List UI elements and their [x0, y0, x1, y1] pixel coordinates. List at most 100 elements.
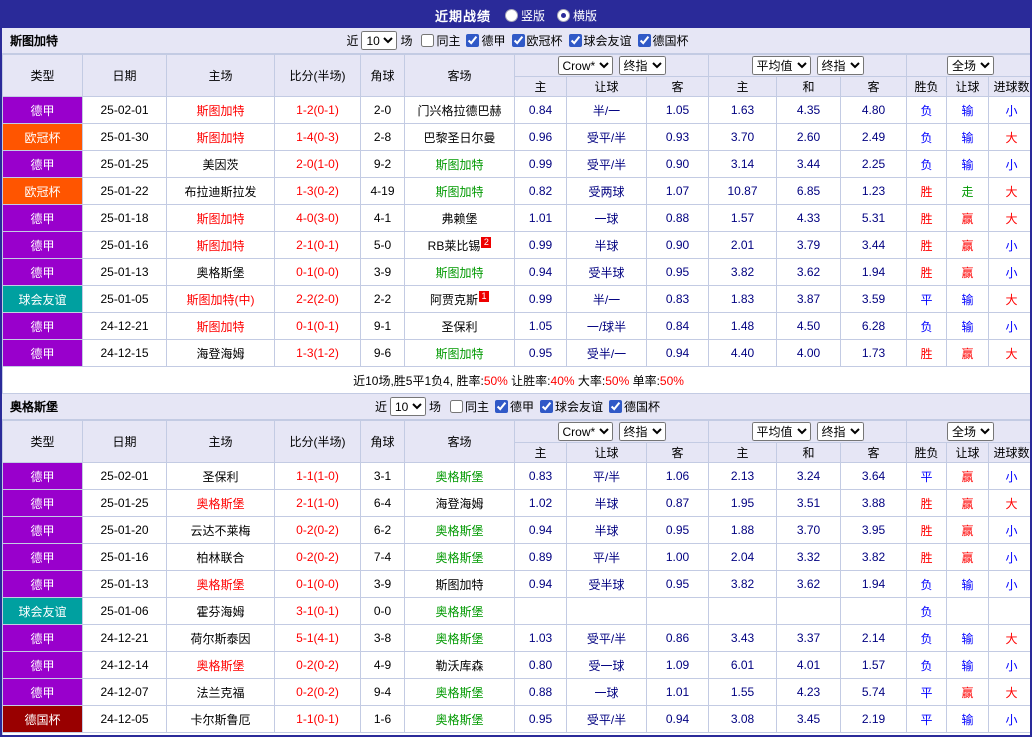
filter-checkbox-德甲[interactable]: 德甲 — [495, 398, 534, 415]
filter-checkbox-欧冠杯[interactable]: 欧冠杯 — [511, 32, 563, 49]
handicap-away-odds-cell — [646, 597, 709, 625]
league-cell: 欧冠杯 — [2, 123, 83, 151]
away-team-name: 勒沃库森 — [435, 658, 484, 673]
checkbox-input[interactable] — [495, 400, 508, 413]
handicap-result-cell: 赢 — [946, 678, 990, 706]
filter-checkbox-德国杯[interactable]: 德国杯 — [609, 398, 660, 415]
avg-home-odds-cell: 3.14 — [708, 150, 777, 178]
checkbox-input[interactable] — [421, 34, 435, 47]
summary-text: 50% — [483, 373, 508, 388]
page-title: 近期战绩 — [434, 8, 491, 24]
col-header-home: 主场 — [166, 420, 275, 463]
layout-radio-vertical[interactable]: 竖版 — [504, 7, 545, 24]
date-cell: 25-02-01 — [82, 462, 167, 490]
avg-away-odds-cell: 1.73 — [839, 339, 908, 367]
handicap-home-odds-cell: 0.88 — [514, 678, 567, 706]
goals-result-cell: 大 — [988, 177, 1030, 205]
odds-stage-select[interactable]: 终指 — [618, 422, 666, 441]
match-count-select[interactable]: 10 — [389, 397, 426, 416]
result-cell: 平 — [906, 678, 948, 706]
filter-checkbox-球会友谊[interactable]: 球会友谊 — [568, 32, 632, 49]
bookmaker-select[interactable]: Crow* — [557, 422, 613, 441]
home-team-cell: 柏林联合 — [166, 543, 275, 571]
handicap-home-odds-cell: 0.99 — [514, 285, 567, 313]
radio-label: 横版 — [573, 8, 598, 23]
goals-result-cell: 小 — [988, 231, 1030, 259]
col-header-hcp-home: 主 — [514, 76, 567, 97]
checkbox-label: 球会友谊 — [555, 400, 604, 414]
checkbox-input[interactable] — [609, 400, 623, 413]
date-cell: 25-01-05 — [82, 285, 167, 313]
match-row: 欧冠杯 25-01-22 布拉迪斯拉发 1-3(0-2) 4-19 斯图加特 0.82 受两球… — [2, 177, 1030, 205]
league-cell: 德甲 — [2, 462, 83, 490]
match-row: 德甲 24-12-14 奥格斯堡 0-2(0-2) 4-9 勒沃库森 0.80 受一球 1.09… — [2, 651, 1030, 679]
match-row: 德甲 24-12-07 法兰克福 0-2(0-2) 9-4 奥格斯堡 0.88 一球 1.01 1… — [2, 678, 1030, 706]
checkbox-input[interactable] — [449, 400, 463, 413]
date-cell: 24-12-07 — [82, 678, 167, 706]
away-team-name: 奥格斯堡 — [435, 712, 484, 727]
odds-stage-select[interactable]: 终指 — [618, 56, 666, 75]
match-row: 德甲 24-12-15 海登海姆 1-3(1-2) 9-6 斯图加特 0.95 受半/一 0.9… — [2, 339, 1030, 367]
date-cell: 25-02-01 — [82, 96, 167, 124]
filter-checkbox-同主[interactable]: 同主 — [449, 398, 489, 415]
avg-home-odds-cell: 1.55 — [708, 678, 777, 706]
match-row: 德甲 25-01-25 奥格斯堡 2-1(1-0) 6-4 海登海姆 1.02 半球 0.87 1… — [2, 489, 1030, 517]
match-row: 德甲 24-12-21 斯图加特 0-1(0-1) 9-1 圣保利 1.05 一/球半 0.84… — [2, 312, 1030, 340]
avg-draw-odds-cell: 3.70 — [776, 516, 841, 544]
handicap-result-cell: 输 — [946, 651, 990, 679]
home-team-cell: 卡尔斯鲁厄 — [166, 705, 275, 733]
checkbox-input[interactable] — [466, 34, 480, 47]
average-select[interactable]: 平均值 — [751, 56, 811, 75]
filter-checkbox-德国杯[interactable]: 德国杯 — [637, 32, 689, 49]
home-team-cell: 圣保利 — [166, 462, 275, 490]
away-team-cell: 斯图加特 — [404, 177, 515, 205]
avg-away-odds-cell: 1.94 — [839, 570, 908, 598]
avg-away-odds-cell: 5.74 — [839, 678, 908, 706]
filter-controls: 近 10 场 同主 德甲 球会友谊 德国杯 — [372, 397, 660, 416]
date-cell: 25-01-13 — [82, 258, 167, 286]
match-row: 德甲 25-02-01 圣保利 1-1(1-0) 3-1 奥格斯堡 0.83 平/半 1.06 2… — [2, 462, 1030, 490]
handicap-home-odds-cell: 1.05 — [514, 312, 567, 340]
goals-result-cell: 小 — [988, 462, 1030, 490]
match-row: 德甲 25-02-01 斯图加特 1-2(0-1) 2-0 门兴格拉德巴赫 0.84 半/一 1… — [2, 96, 1030, 124]
date-cell: 25-01-13 — [82, 570, 167, 598]
average-select[interactable]: 平均值 — [751, 422, 811, 441]
checkbox-label: 同主 — [464, 400, 489, 414]
handicap-home-odds-cell: 0.94 — [514, 516, 567, 544]
checkbox-input[interactable] — [511, 34, 525, 47]
checkbox-input[interactable] — [637, 34, 651, 47]
avg-draw-odds-cell: 4.23 — [776, 678, 841, 706]
bookmaker-select[interactable]: Crow* — [557, 56, 613, 75]
filter-checkbox-同主[interactable]: 同主 — [421, 32, 460, 49]
handicap-line-cell: 半/一 — [566, 96, 647, 124]
away-team-name: 斯图加特 — [435, 346, 484, 361]
checkbox-input[interactable] — [540, 400, 554, 413]
away-team-cell: 海登海姆 — [404, 489, 515, 517]
checkbox-label: 欧冠杯 — [526, 34, 563, 48]
layout-radio-horizontal[interactable]: 横版 — [557, 7, 597, 24]
result-cell: 胜 — [906, 543, 948, 571]
league-cell: 欧冠杯 — [2, 177, 83, 205]
recent-results-page: 近期战绩 竖版 横版 斯图加特 近 10 场同主 德甲 欧冠杯 球会友谊 德国杯 类型 日期 … — [0, 0, 1032, 737]
col-header-avg-draw: 和 — [776, 76, 841, 97]
handicap-away-odds-cell: 1.09 — [646, 651, 709, 679]
date-cell: 24-12-15 — [82, 339, 167, 367]
fulltime-select[interactable]: 全场 — [947, 56, 995, 75]
match-row: 德甲 25-01-13 奥格斯堡 0-1(0-0) 3-9 斯图加特 0.94 受半球 0.95… — [2, 258, 1030, 286]
home-team-cell: 奥格斯堡 — [166, 570, 275, 598]
filter-checkbox-德甲[interactable]: 德甲 — [466, 32, 506, 49]
home-team-cell: 斯图加特 — [166, 96, 275, 124]
result-cell: 负 — [906, 150, 948, 178]
goals-result-cell: 小 — [988, 312, 1030, 340]
avg-away-odds-cell: 3.95 — [839, 516, 908, 544]
checkbox-input[interactable] — [568, 34, 582, 47]
filter-checkbox-球会友谊[interactable]: 球会友谊 — [540, 398, 603, 415]
avg-draw-odds-cell: 4.35 — [776, 96, 841, 124]
fulltime-select[interactable]: 全场 — [947, 422, 995, 441]
handicap-home-odds-cell: 0.96 — [514, 123, 567, 151]
match-row: 德甲 25-01-16 柏林联合 0-2(0-2) 7-4 奥格斯堡 0.89 平/半 1.00… — [2, 543, 1030, 571]
corner-cell: 6-4 — [360, 489, 405, 517]
odds-stage-select[interactable]: 终指 — [816, 56, 864, 75]
odds-stage-select[interactable]: 终指 — [816, 422, 864, 441]
match-count-select[interactable]: 10 — [361, 31, 398, 50]
